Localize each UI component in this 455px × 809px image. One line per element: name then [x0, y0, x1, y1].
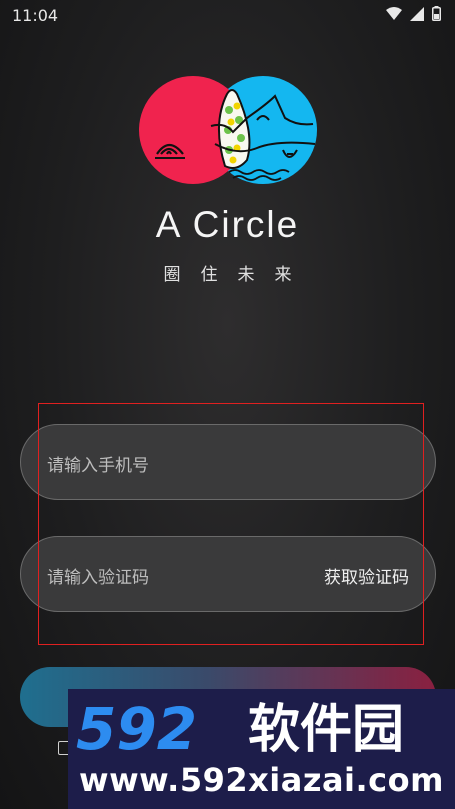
app-logo	[139, 76, 317, 184]
watermark-url: www.592xiazai.com	[79, 761, 444, 799]
status-bar: 11:04	[0, 0, 455, 30]
signal-icon	[410, 6, 424, 21]
watermark: 592 软件园 www.592xiazai.com	[68, 689, 455, 809]
watermark-brand: 592 软件园	[76, 697, 404, 757]
watermark-number: 592	[76, 697, 197, 757]
highlight-box	[38, 403, 424, 645]
app-subtitle: 圈住未来	[163, 265, 312, 285]
status-icons	[386, 6, 441, 21]
battery-icon	[432, 6, 441, 21]
wifi-icon	[386, 6, 402, 20]
watermark-text: 软件园	[248, 700, 404, 757]
status-time: 11:04	[12, 6, 59, 25]
app-title: A Circle	[155, 204, 300, 245]
